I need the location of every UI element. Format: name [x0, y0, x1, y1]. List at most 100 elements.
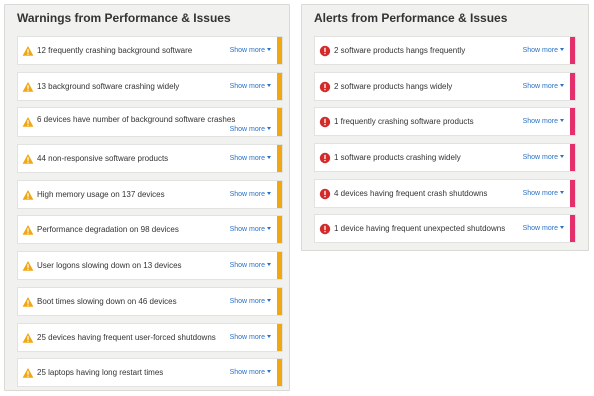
- show-more-link[interactable]: Show more: [230, 83, 271, 90]
- warnings-panel-title: Warnings from Performance & Issues: [17, 11, 231, 25]
- alerts-panel-title: Alerts from Performance & Issues: [314, 11, 508, 25]
- warning-triangle-icon: [22, 81, 34, 93]
- warning-severity-bar: [277, 252, 282, 280]
- warning-text: 6 devices have number of background soft…: [37, 115, 236, 125]
- alert-text: 1 software products crashing widely: [334, 153, 461, 163]
- warning-severity-bar: [277, 108, 282, 137]
- show-more-link[interactable]: Show more: [230, 126, 271, 133]
- caret-down-icon: [267, 48, 271, 51]
- caret-down-icon: [267, 127, 271, 131]
- error-circle-icon: [319, 223, 331, 235]
- warning-triangle-icon: [22, 153, 34, 165]
- caret-down-icon: [560, 83, 564, 87]
- alert-card[interactable]: 4 devices having frequent crash shutdown…: [314, 178, 576, 208]
- show-more-link[interactable]: Show more: [230, 369, 271, 376]
- caret-down-icon: [267, 370, 271, 374]
- error-circle-icon: [319, 152, 331, 164]
- error-circle-icon: [319, 188, 331, 200]
- caret-down-icon: [560, 226, 564, 230]
- warning-triangle-icon: [22, 367, 34, 379]
- show-more-link[interactable]: Show more: [230, 334, 271, 341]
- alert-severity-bar: [570, 144, 575, 172]
- warning-severity-bar: [277, 72, 282, 100]
- show-more-link[interactable]: Show more: [230, 226, 271, 233]
- alert-severity-bar: [570, 37, 575, 64]
- caret-down-icon: [560, 190, 564, 194]
- alert-card[interactable]: 2 software products hangs widely Show mo…: [314, 71, 576, 101]
- alert-text: 2 software products hangs frequently: [334, 46, 466, 55]
- show-more-link[interactable]: Show more: [230, 47, 271, 54]
- show-more-link[interactable]: Show more: [523, 47, 564, 54]
- warning-text: User logons slowing down on 13 devices: [37, 261, 182, 271]
- alert-severity-bar: [570, 72, 575, 100]
- show-more-link[interactable]: Show more: [523, 83, 564, 90]
- alert-card[interactable]: 1 device having frequent unexpected shut…: [314, 214, 576, 244]
- alert-card[interactable]: 2 software products hangs frequently Sho…: [314, 36, 576, 65]
- alert-severity-bar: [570, 215, 575, 243]
- caret-down-icon: [267, 227, 271, 231]
- warning-severity-bar: [277, 145, 282, 173]
- caret-down-icon: [267, 156, 271, 160]
- warning-card[interactable]: 6 devices have number of background soft…: [17, 107, 283, 138]
- warning-text: 25 devices having frequent user-forced s…: [37, 332, 216, 342]
- caret-down-icon: [267, 191, 271, 195]
- show-more-link[interactable]: Show more: [523, 154, 564, 161]
- warning-card[interactable]: 25 devices having frequent user-forced s…: [17, 322, 283, 352]
- warning-severity-bar: [277, 287, 282, 315]
- alert-card[interactable]: 1 frequently crashing software products …: [314, 107, 576, 137]
- warning-card[interactable]: Boot times slowing down on 46 devices Sh…: [17, 286, 283, 316]
- warning-triangle-icon: [22, 45, 34, 57]
- show-more-link[interactable]: Show more: [230, 155, 271, 162]
- warning-triangle-icon: [22, 189, 34, 201]
- error-circle-icon: [319, 45, 331, 57]
- warnings-list: 12 frequently crashing background softwa…: [17, 36, 283, 394]
- warning-triangle-icon: [22, 116, 34, 128]
- caret-down-icon: [560, 48, 564, 51]
- warning-card[interactable]: User logons slowing down on 13 devices S…: [17, 251, 283, 281]
- warning-text: Boot times slowing down on 46 devices: [37, 296, 177, 306]
- alert-text: 1 frequently crashing software products: [334, 117, 474, 127]
- show-more-link[interactable]: Show more: [230, 262, 271, 269]
- warning-severity-bar: [277, 180, 282, 208]
- warning-triangle-icon: [22, 260, 34, 272]
- warning-triangle-icon: [22, 296, 34, 308]
- alert-severity-bar: [570, 108, 575, 136]
- warning-triangle-icon: [22, 332, 34, 344]
- caret-down-icon: [560, 119, 564, 123]
- warning-text: 44 non-responsive software products: [37, 154, 169, 164]
- warning-severity-bar: [277, 37, 282, 64]
- warning-card[interactable]: Performance degradation on 98 devices Sh…: [17, 215, 283, 245]
- warning-severity-bar: [277, 323, 282, 351]
- show-more-link[interactable]: Show more: [523, 118, 564, 125]
- warning-card[interactable]: 13 background software crashing widely S…: [17, 71, 283, 101]
- show-more-link[interactable]: Show more: [523, 225, 564, 232]
- alert-text: 2 software products hangs widely: [334, 81, 453, 91]
- warnings-panel: Warnings from Performance & Issues 12 fr…: [4, 4, 290, 391]
- error-circle-icon: [319, 116, 331, 128]
- alerts-list: 2 software products hangs frequently Sho…: [314, 36, 576, 250]
- error-circle-icon: [319, 81, 331, 93]
- show-more-link[interactable]: Show more: [523, 190, 564, 197]
- show-more-link[interactable]: Show more: [230, 298, 271, 305]
- caret-down-icon: [267, 263, 271, 267]
- warning-card[interactable]: 12 frequently crashing background softwa…: [17, 36, 283, 65]
- caret-down-icon: [267, 334, 271, 338]
- warning-card[interactable]: 44 non-responsive software products Show…: [17, 144, 283, 174]
- warning-severity-bar: [277, 359, 282, 387]
- warning-card[interactable]: 25 laptops having long restart times Sho…: [17, 358, 283, 388]
- alert-card[interactable]: 1 software products crashing widely Show…: [314, 143, 576, 173]
- warning-text: 12 frequently crashing background softwa…: [37, 46, 193, 55]
- warning-text: 25 laptops having long restart times: [37, 368, 164, 378]
- warning-severity-bar: [277, 216, 282, 244]
- alert-severity-bar: [570, 179, 575, 207]
- alert-text: 4 devices having frequent crash shutdown…: [334, 188, 488, 198]
- warning-text: Performance degradation on 98 devices: [37, 225, 179, 235]
- warning-card[interactable]: High memory usage on 137 devices Show mo…: [17, 179, 283, 209]
- warning-triangle-icon: [22, 224, 34, 236]
- warning-text: High memory usage on 137 devices: [37, 189, 165, 199]
- caret-down-icon: [267, 298, 271, 302]
- alerts-panel: Alerts from Performance & Issues 2 softw…: [301, 4, 589, 251]
- caret-down-icon: [267, 83, 271, 87]
- show-more-link[interactable]: Show more: [230, 191, 271, 198]
- alert-text: 1 device having frequent unexpected shut…: [334, 224, 506, 234]
